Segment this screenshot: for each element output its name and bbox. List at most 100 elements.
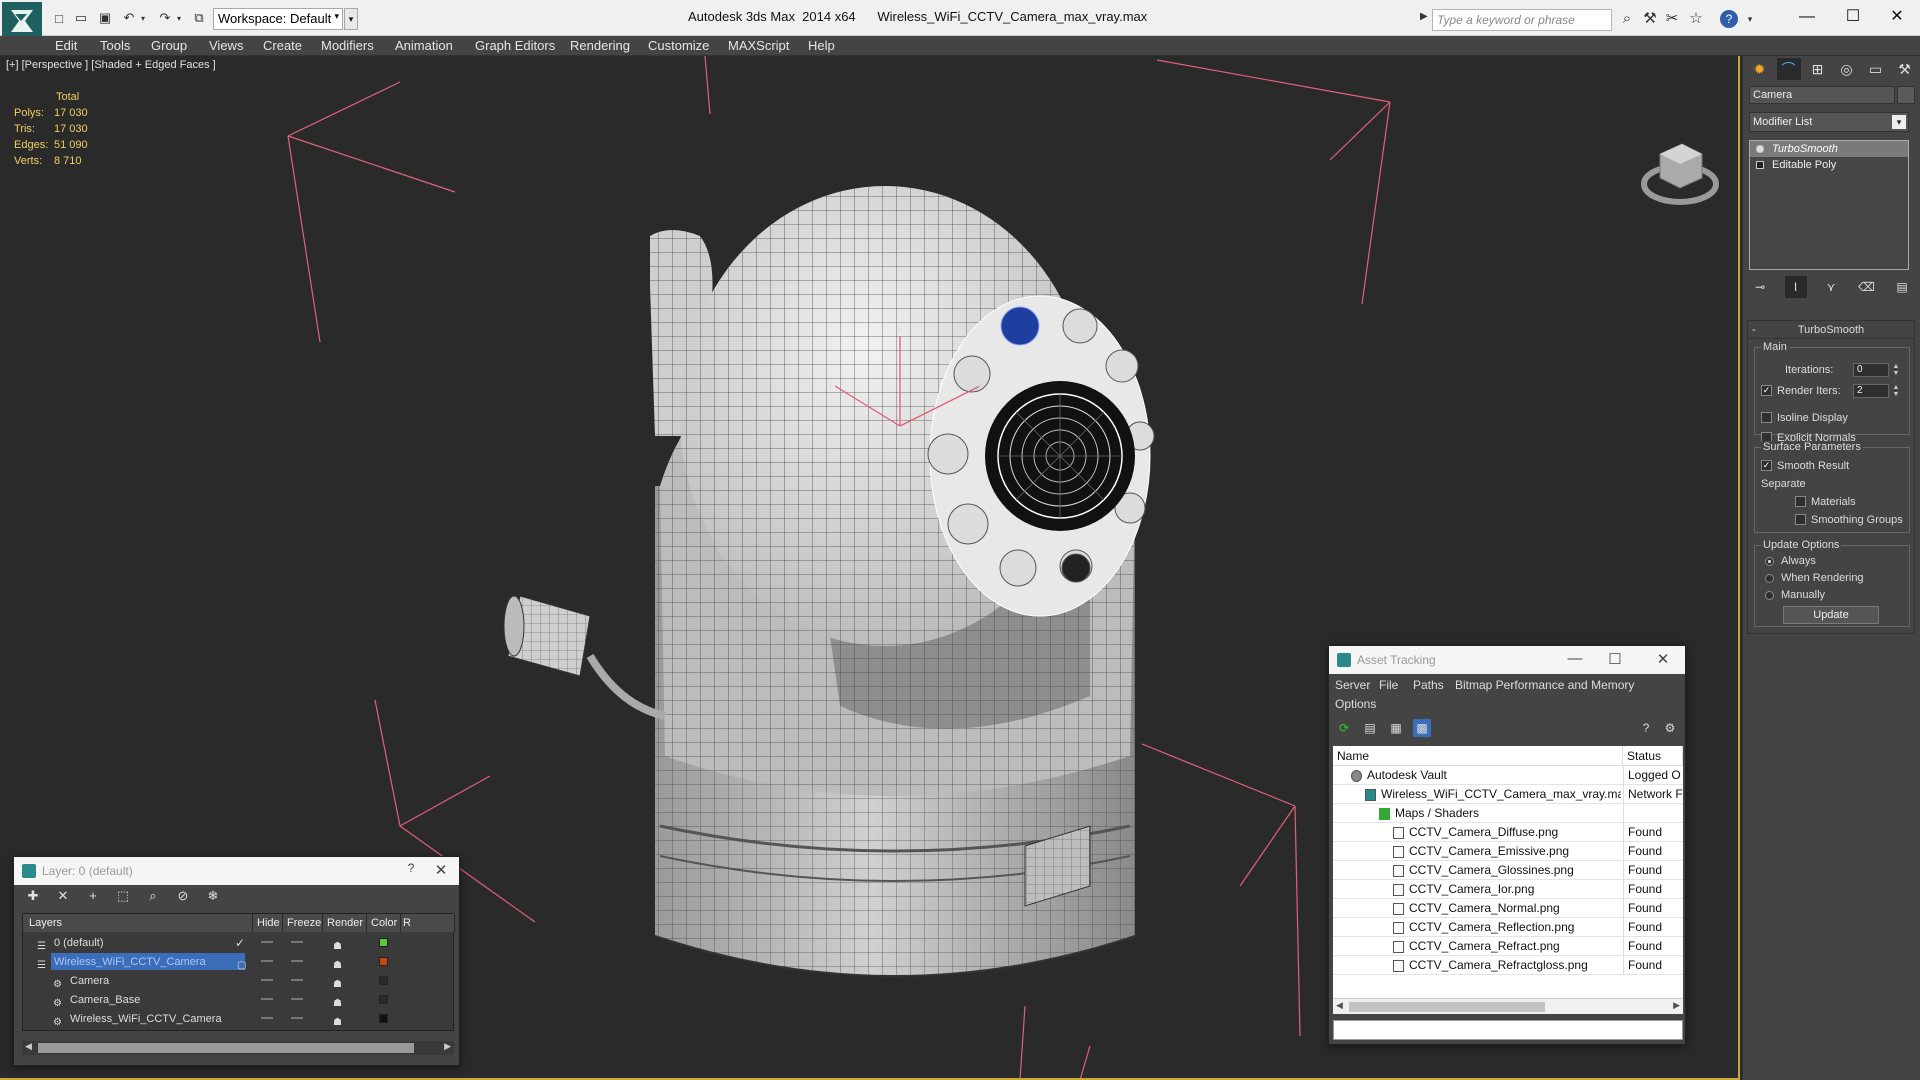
smooth-result-checkbox[interactable]: ✓ [1761, 460, 1772, 471]
column-header[interactable]: Render [323, 914, 367, 932]
refresh-icon[interactable]: ⟳ [1335, 719, 1353, 737]
help-button[interactable]: ? [401, 861, 421, 875]
asset-status-field[interactable] [1333, 1020, 1683, 1040]
create-tab-icon[interactable]: ✹ [1748, 58, 1772, 80]
freeze-toggle[interactable] [291, 941, 303, 943]
redo-dropdown-icon[interactable]: ▾ [170, 9, 188, 27]
layer-name[interactable]: Wireless_WiFi_CCTV_Camera [51, 953, 245, 970]
horizontal-scrollbar[interactable]: ◀ ▶ [22, 1041, 454, 1055]
configure-sets-icon[interactable]: ▤ [1891, 276, 1913, 298]
close-button[interactable]: ✕ [1874, 4, 1920, 30]
asset-row[interactable]: Maps / Shaders [1333, 804, 1683, 823]
menu-customize[interactable]: Customize [648, 38, 709, 53]
make-unique-icon[interactable]: ⋎ [1820, 276, 1842, 298]
binoculars-icon[interactable]: ⌕ [1617, 10, 1637, 28]
layer-name[interactable]: Camera_Base [67, 991, 245, 1008]
thumbnail-view-icon[interactable]: ▦ [1387, 719, 1405, 737]
scroll-right-icon[interactable]: ▶ [1673, 1000, 1680, 1011]
menu-paths[interactable]: Paths [1413, 678, 1444, 692]
window-titlebar[interactable]: Layer: 0 (default) ? ✕ [14, 857, 459, 885]
spinner-arrows-icon[interactable]: ▲ ▼ [1891, 363, 1901, 377]
layer-row[interactable]: ⚙ Camera ☗ [23, 971, 455, 990]
menu-rendering[interactable]: Rendering [570, 38, 630, 53]
layer-row[interactable]: ⚙ Wireless_WiFi_CCTV_Camera ☗ [23, 1009, 455, 1028]
layer-color-swatch[interactable] [379, 938, 388, 947]
stack-item-turbosmooth[interactable]: TurboSmooth [1750, 141, 1908, 157]
layer-color-swatch[interactable] [379, 957, 388, 966]
maximize-button[interactable]: ☐ [1605, 650, 1625, 668]
viewport-label[interactable]: [+] [Perspective ] [Shaded + Edged Faces… [6, 59, 216, 71]
highlight-layer-icon[interactable]: ⌕ [144, 888, 162, 904]
motion-tab-icon[interactable]: ◎ [1835, 58, 1859, 80]
layer-row[interactable]: ⚙ Camera_Base ☗ [23, 990, 455, 1009]
pin-stack-icon[interactable]: ⊸ [1749, 276, 1771, 298]
render-iters-spinner[interactable]: 2 [1853, 384, 1889, 398]
asset-row[interactable]: CCTV_Camera_Glossines.png Found [1333, 861, 1683, 880]
scroll-left-icon[interactable]: ◀ [1336, 1000, 1343, 1011]
menu-modifiers[interactable]: Modifiers [321, 38, 374, 53]
undo-dropdown-icon[interactable]: ▾ [134, 9, 152, 27]
layer-color-swatch[interactable] [379, 995, 388, 1004]
hide-toggle[interactable] [261, 998, 273, 1000]
delete-layer-icon[interactable]: ✕ [54, 888, 72, 904]
favorites-star-icon[interactable]: ☆ [1686, 10, 1706, 28]
menu-help[interactable]: Help [808, 38, 835, 53]
menu-group[interactable]: Group [151, 38, 187, 53]
modifier-list-dropdown[interactable]: Modifier List ▾ [1749, 112, 1909, 132]
maximize-button[interactable]: ☐ [1830, 4, 1876, 30]
minimize-button[interactable]: — [1565, 650, 1585, 667]
scroll-thumb[interactable] [1349, 1002, 1545, 1012]
layer-row[interactable]: ☰ 0 (default) ✓ ☗ [23, 933, 455, 952]
asset-row[interactable]: CCTV_Camera_Diffuse.png Found [1333, 823, 1683, 842]
smoothing-groups-checkbox[interactable] [1795, 514, 1806, 525]
minimize-button[interactable]: — [1784, 4, 1830, 30]
render-teapot-icon[interactable]: ☗ [333, 1013, 342, 1032]
asset-row[interactable]: CCTV_Camera_Ior.png Found [1333, 880, 1683, 899]
asset-row[interactable]: CCTV_Camera_Refractgloss.png Found [1333, 956, 1683, 975]
menu-options[interactable]: Options [1335, 697, 1376, 711]
object-color-swatch[interactable] [1897, 86, 1915, 104]
hide-toggle[interactable] [261, 979, 273, 981]
help-icon[interactable]: ? [1720, 10, 1738, 28]
hierarchy-tab-icon[interactable]: ⊞ [1806, 58, 1830, 80]
isoline-display-checkbox[interactable] [1761, 412, 1772, 423]
menu-maxscript[interactable]: MAXScript [728, 38, 789, 53]
asset-row[interactable]: CCTV_Camera_Emissive.png Found [1333, 842, 1683, 861]
close-icon[interactable]: ✕ [431, 861, 451, 879]
layer-color-swatch[interactable] [379, 1014, 388, 1023]
render-iters-checkbox[interactable]: ✓ [1761, 385, 1772, 396]
materials-checkbox[interactable] [1795, 496, 1806, 507]
horizontal-scrollbar[interactable]: ◀ ▶ [1333, 998, 1683, 1014]
column-header[interactable]: Status [1623, 746, 1683, 766]
hide-all-icon[interactable]: ⊘ [174, 888, 192, 904]
subscription-icon[interactable]: ⚒ [1640, 10, 1660, 28]
layer-name[interactable]: 0 (default) [51, 934, 245, 951]
column-header[interactable]: Freeze [283, 914, 323, 932]
menu-graph-editors[interactable]: Graph Editors [475, 38, 555, 53]
utilities-tab-icon[interactable]: ⚒ [1893, 58, 1917, 80]
asset-row[interactable]: Autodesk Vault Logged O [1333, 766, 1683, 785]
column-header[interactable]: Color [367, 914, 401, 932]
column-header[interactable]: Name [1333, 746, 1623, 766]
menu-server[interactable]: Server [1335, 678, 1370, 692]
menu-animation[interactable]: Animation [395, 38, 453, 53]
rollout-header[interactable]: - TurboSmooth [1748, 321, 1914, 339]
show-end-result-icon[interactable]: I [1784, 276, 1807, 298]
asset-row[interactable]: CCTV_Camera_Reflection.png Found [1333, 918, 1683, 937]
quick-access-dropdown[interactable]: ▾ [344, 8, 358, 30]
open-file-icon[interactable]: ▭ [72, 9, 90, 27]
select-objects-icon[interactable]: ⬚ [114, 888, 132, 904]
list-view-icon[interactable]: ▤ [1361, 719, 1379, 737]
close-icon[interactable]: ✕ [1653, 650, 1673, 668]
menu-file[interactable]: File [1379, 678, 1398, 692]
display-tab-icon[interactable]: ▭ [1864, 58, 1888, 80]
column-header[interactable]: Layers [23, 914, 253, 932]
hide-toggle[interactable] [261, 1017, 273, 1019]
save-file-icon[interactable]: ▣ [96, 9, 114, 27]
new-file-icon[interactable]: □ [50, 9, 68, 27]
table-view-icon[interactable]: ▩ [1413, 719, 1431, 737]
when-rendering-radio[interactable] [1765, 574, 1774, 583]
column-header[interactable]: Hide [253, 914, 283, 932]
communication-icon[interactable]: ✂ [1662, 10, 1682, 28]
scroll-right-icon[interactable]: ▶ [444, 1041, 451, 1052]
